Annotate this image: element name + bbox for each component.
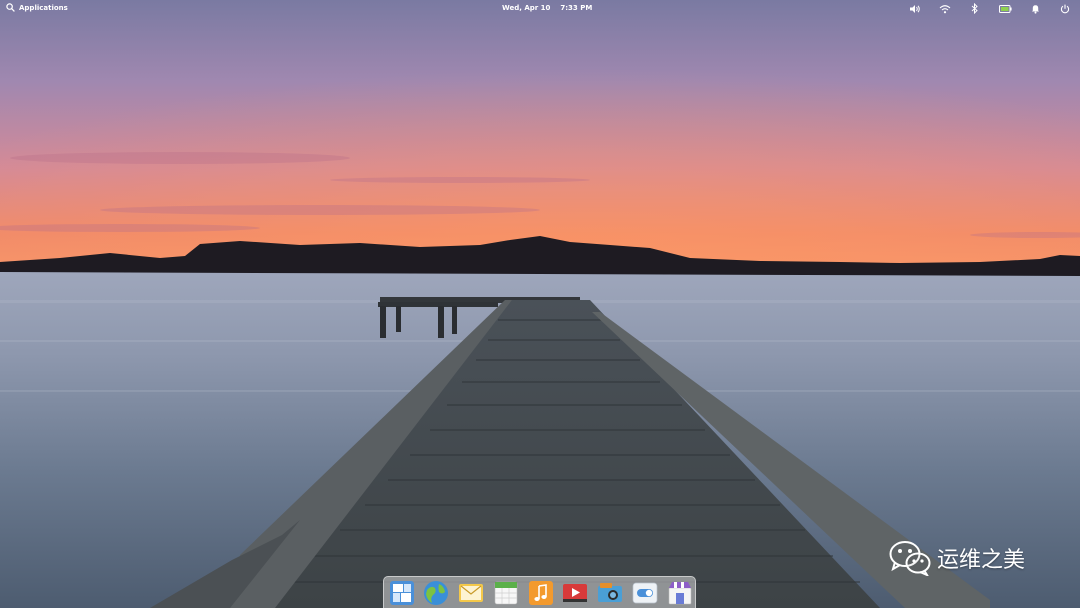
- time-label: 7:33 PM: [560, 4, 593, 12]
- wechat-logo-icon: [889, 541, 931, 576]
- dock-item-videos[interactable]: [562, 580, 588, 606]
- dock-item-music[interactable]: [528, 580, 554, 606]
- bluetooth-icon[interactable]: [968, 2, 982, 15]
- dock-item-photos[interactable]: [597, 580, 623, 606]
- indicator-area: [908, 2, 1072, 15]
- web-browser-icon: [424, 581, 448, 605]
- calendar-icon: [494, 581, 518, 605]
- wifi-icon[interactable]: [938, 2, 952, 15]
- wallpaper-pier-at-sunset: [0, 0, 1080, 608]
- power-icon[interactable]: [1058, 2, 1072, 15]
- search-icon: [6, 3, 15, 12]
- watermark-text: 运维之美: [937, 548, 1026, 573]
- applications-label: Applications: [19, 3, 68, 12]
- dock-item-multitasking-view[interactable]: [389, 580, 415, 606]
- system-settings-icon: [632, 582, 658, 604]
- dock-item-calendar[interactable]: [493, 580, 519, 606]
- watermark: 运维之美: [889, 540, 1025, 576]
- date-time[interactable]: Wed, Apr 10 7:33 PM: [502, 4, 592, 12]
- app-center-icon: [668, 582, 692, 605]
- battery-icon[interactable]: [998, 2, 1012, 15]
- dock-item-system-settings[interactable]: [632, 580, 658, 606]
- desktop: Applications Wed, Apr 10 7:33 PM 运维之美: [0, 0, 1080, 608]
- top-panel: Applications Wed, Apr 10 7:33 PM: [0, 0, 1080, 17]
- videos-icon: [563, 584, 587, 602]
- dock-item-web-browser[interactable]: [423, 580, 449, 606]
- volume-icon[interactable]: [908, 2, 922, 15]
- mail-icon: [459, 584, 483, 602]
- applications-menu[interactable]: Applications: [6, 3, 68, 12]
- dock: [383, 576, 696, 608]
- date-label: Wed, Apr 10: [502, 4, 551, 12]
- photos-icon: [598, 583, 622, 602]
- music-icon: [529, 581, 553, 605]
- notifications-icon[interactable]: [1028, 2, 1042, 15]
- dock-item-app-center[interactable]: [667, 580, 693, 606]
- dock-item-mail[interactable]: [458, 580, 484, 606]
- multitasking-view-icon: [390, 581, 414, 605]
